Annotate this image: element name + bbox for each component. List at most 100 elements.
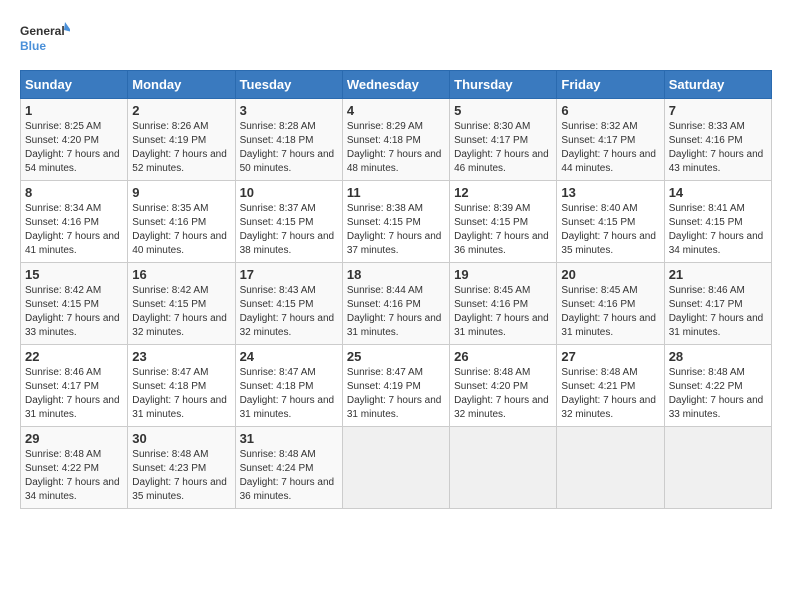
- calendar-cell: 16 Sunrise: 8:42 AM Sunset: 4:15 PM Dayl…: [128, 263, 235, 345]
- day-info: Sunrise: 8:45 AM Sunset: 4:16 PM Dayligh…: [454, 284, 552, 340]
- weekday-header: Thursday: [450, 71, 557, 99]
- calendar-table: SundayMondayTuesdayWednesdayThursdayFrid…: [20, 70, 772, 509]
- weekday-header: Monday: [128, 71, 235, 99]
- calendar-cell: 25 Sunrise: 8:47 AM Sunset: 4:19 PM Dayl…: [342, 345, 449, 427]
- day-info: Sunrise: 8:48 AM Sunset: 4:20 PM Dayligh…: [454, 366, 552, 422]
- calendar-week-row: 22 Sunrise: 8:46 AM Sunset: 4:17 PM Dayl…: [21, 345, 772, 427]
- day-number: 27: [561, 349, 659, 364]
- day-info: Sunrise: 8:44 AM Sunset: 4:16 PM Dayligh…: [347, 284, 445, 340]
- day-number: 15: [25, 267, 123, 282]
- day-info: Sunrise: 8:34 AM Sunset: 4:16 PM Dayligh…: [25, 202, 123, 258]
- day-info: Sunrise: 8:38 AM Sunset: 4:15 PM Dayligh…: [347, 202, 445, 258]
- calendar-cell: 12 Sunrise: 8:39 AM Sunset: 4:15 PM Dayl…: [450, 181, 557, 263]
- calendar-body: 1 Sunrise: 8:25 AM Sunset: 4:20 PM Dayli…: [21, 99, 772, 509]
- day-info: Sunrise: 8:30 AM Sunset: 4:17 PM Dayligh…: [454, 120, 552, 176]
- calendar-cell: 28 Sunrise: 8:48 AM Sunset: 4:22 PM Dayl…: [664, 345, 771, 427]
- calendar-cell: 4 Sunrise: 8:29 AM Sunset: 4:18 PM Dayli…: [342, 99, 449, 181]
- calendar-cell: 7 Sunrise: 8:33 AM Sunset: 4:16 PM Dayli…: [664, 99, 771, 181]
- calendar-header: SundayMondayTuesdayWednesdayThursdayFrid…: [21, 71, 772, 99]
- day-info: Sunrise: 8:41 AM Sunset: 4:15 PM Dayligh…: [669, 202, 767, 258]
- day-number: 21: [669, 267, 767, 282]
- calendar-cell: 2 Sunrise: 8:26 AM Sunset: 4:19 PM Dayli…: [128, 99, 235, 181]
- calendar-cell: 5 Sunrise: 8:30 AM Sunset: 4:17 PM Dayli…: [450, 99, 557, 181]
- calendar-cell: 21 Sunrise: 8:46 AM Sunset: 4:17 PM Dayl…: [664, 263, 771, 345]
- calendar-week-row: 15 Sunrise: 8:42 AM Sunset: 4:15 PM Dayl…: [21, 263, 772, 345]
- calendar-cell: 15 Sunrise: 8:42 AM Sunset: 4:15 PM Dayl…: [21, 263, 128, 345]
- day-info: Sunrise: 8:37 AM Sunset: 4:15 PM Dayligh…: [240, 202, 338, 258]
- weekday-header: Wednesday: [342, 71, 449, 99]
- calendar-cell: 31 Sunrise: 8:48 AM Sunset: 4:24 PM Dayl…: [235, 427, 342, 509]
- calendar-cell: 13 Sunrise: 8:40 AM Sunset: 4:15 PM Dayl…: [557, 181, 664, 263]
- day-number: 16: [132, 267, 230, 282]
- calendar-cell: 9 Sunrise: 8:35 AM Sunset: 4:16 PM Dayli…: [128, 181, 235, 263]
- calendar-cell: [342, 427, 449, 509]
- day-info: Sunrise: 8:35 AM Sunset: 4:16 PM Dayligh…: [132, 202, 230, 258]
- weekday-header: Tuesday: [235, 71, 342, 99]
- calendar-cell: 27 Sunrise: 8:48 AM Sunset: 4:21 PM Dayl…: [557, 345, 664, 427]
- day-info: Sunrise: 8:33 AM Sunset: 4:16 PM Dayligh…: [669, 120, 767, 176]
- calendar-cell: 26 Sunrise: 8:48 AM Sunset: 4:20 PM Dayl…: [450, 345, 557, 427]
- calendar-cell: [450, 427, 557, 509]
- day-number: 5: [454, 103, 552, 118]
- logo: General Blue: [20, 20, 70, 60]
- day-info: Sunrise: 8:47 AM Sunset: 4:19 PM Dayligh…: [347, 366, 445, 422]
- day-info: Sunrise: 8:43 AM Sunset: 4:15 PM Dayligh…: [240, 284, 338, 340]
- calendar-cell: [557, 427, 664, 509]
- day-info: Sunrise: 8:48 AM Sunset: 4:24 PM Dayligh…: [240, 448, 338, 504]
- day-number: 2: [132, 103, 230, 118]
- header: General Blue: [20, 20, 772, 60]
- day-number: 26: [454, 349, 552, 364]
- day-number: 17: [240, 267, 338, 282]
- calendar-cell: 24 Sunrise: 8:47 AM Sunset: 4:18 PM Dayl…: [235, 345, 342, 427]
- day-info: Sunrise: 8:42 AM Sunset: 4:15 PM Dayligh…: [132, 284, 230, 340]
- svg-text:Blue: Blue: [20, 39, 46, 53]
- day-number: 30: [132, 431, 230, 446]
- calendar-cell: 30 Sunrise: 8:48 AM Sunset: 4:23 PM Dayl…: [128, 427, 235, 509]
- day-info: Sunrise: 8:29 AM Sunset: 4:18 PM Dayligh…: [347, 120, 445, 176]
- day-info: Sunrise: 8:40 AM Sunset: 4:15 PM Dayligh…: [561, 202, 659, 258]
- day-info: Sunrise: 8:46 AM Sunset: 4:17 PM Dayligh…: [669, 284, 767, 340]
- day-info: Sunrise: 8:25 AM Sunset: 4:20 PM Dayligh…: [25, 120, 123, 176]
- day-info: Sunrise: 8:39 AM Sunset: 4:15 PM Dayligh…: [454, 202, 552, 258]
- day-number: 1: [25, 103, 123, 118]
- day-number: 14: [669, 185, 767, 200]
- day-number: 12: [454, 185, 552, 200]
- day-info: Sunrise: 8:48 AM Sunset: 4:23 PM Dayligh…: [132, 448, 230, 504]
- day-number: 20: [561, 267, 659, 282]
- calendar-week-row: 8 Sunrise: 8:34 AM Sunset: 4:16 PM Dayli…: [21, 181, 772, 263]
- day-info: Sunrise: 8:48 AM Sunset: 4:21 PM Dayligh…: [561, 366, 659, 422]
- calendar-cell: 18 Sunrise: 8:44 AM Sunset: 4:16 PM Dayl…: [342, 263, 449, 345]
- day-info: Sunrise: 8:42 AM Sunset: 4:15 PM Dayligh…: [25, 284, 123, 340]
- calendar-cell: 3 Sunrise: 8:28 AM Sunset: 4:18 PM Dayli…: [235, 99, 342, 181]
- calendar-cell: [664, 427, 771, 509]
- day-number: 19: [454, 267, 552, 282]
- day-number: 4: [347, 103, 445, 118]
- calendar-cell: 22 Sunrise: 8:46 AM Sunset: 4:17 PM Dayl…: [21, 345, 128, 427]
- calendar-cell: 8 Sunrise: 8:34 AM Sunset: 4:16 PM Dayli…: [21, 181, 128, 263]
- day-info: Sunrise: 8:28 AM Sunset: 4:18 PM Dayligh…: [240, 120, 338, 176]
- day-number: 18: [347, 267, 445, 282]
- calendar-cell: 29 Sunrise: 8:48 AM Sunset: 4:22 PM Dayl…: [21, 427, 128, 509]
- weekday-header: Saturday: [664, 71, 771, 99]
- day-info: Sunrise: 8:47 AM Sunset: 4:18 PM Dayligh…: [132, 366, 230, 422]
- day-number: 23: [132, 349, 230, 364]
- calendar-cell: 14 Sunrise: 8:41 AM Sunset: 4:15 PM Dayl…: [664, 181, 771, 263]
- day-number: 29: [25, 431, 123, 446]
- svg-text:General: General: [20, 24, 65, 38]
- day-number: 3: [240, 103, 338, 118]
- day-info: Sunrise: 8:48 AM Sunset: 4:22 PM Dayligh…: [669, 366, 767, 422]
- day-info: Sunrise: 8:47 AM Sunset: 4:18 PM Dayligh…: [240, 366, 338, 422]
- calendar-cell: 10 Sunrise: 8:37 AM Sunset: 4:15 PM Dayl…: [235, 181, 342, 263]
- calendar-cell: 11 Sunrise: 8:38 AM Sunset: 4:15 PM Dayl…: [342, 181, 449, 263]
- day-number: 10: [240, 185, 338, 200]
- calendar-cell: 6 Sunrise: 8:32 AM Sunset: 4:17 PM Dayli…: [557, 99, 664, 181]
- day-number: 9: [132, 185, 230, 200]
- calendar-cell: 20 Sunrise: 8:45 AM Sunset: 4:16 PM Dayl…: [557, 263, 664, 345]
- calendar-cell: 19 Sunrise: 8:45 AM Sunset: 4:16 PM Dayl…: [450, 263, 557, 345]
- logo-svg: General Blue: [20, 20, 70, 60]
- day-number: 31: [240, 431, 338, 446]
- day-number: 13: [561, 185, 659, 200]
- day-number: 28: [669, 349, 767, 364]
- day-number: 22: [25, 349, 123, 364]
- calendar-week-row: 29 Sunrise: 8:48 AM Sunset: 4:22 PM Dayl…: [21, 427, 772, 509]
